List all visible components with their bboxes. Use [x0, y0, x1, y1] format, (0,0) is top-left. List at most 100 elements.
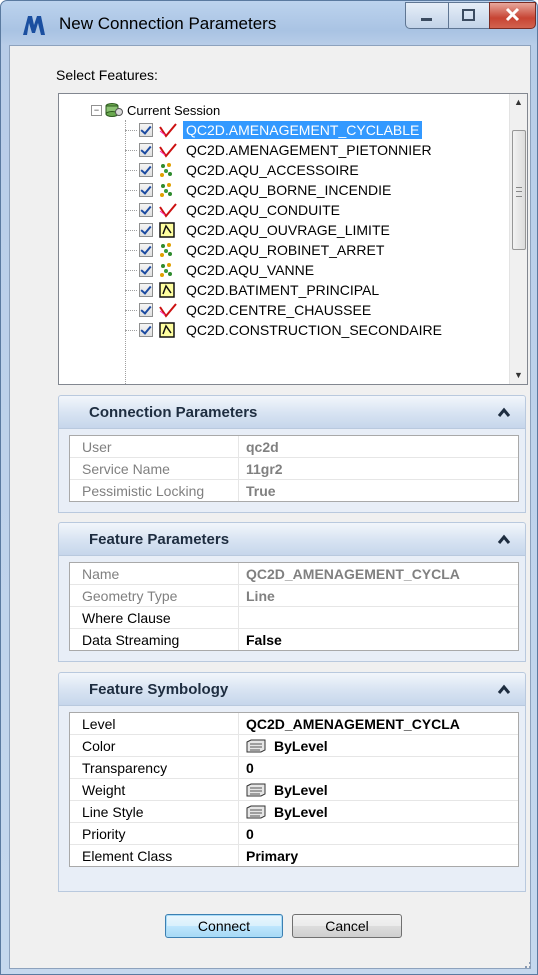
feature-checkbox[interactable]: [139, 283, 153, 297]
feature-parameters-grid: Name QC2D_AMENAGEMENT_CYCLA Geometry Type L…: [69, 562, 519, 651]
property-divider: [238, 823, 239, 844]
feature-tree[interactable]: − Current Session QC2D.AMENAGEMENT_CYCLA…: [58, 93, 528, 385]
property-value-text: True: [246, 482, 276, 499]
feature-tree-item[interactable]: QC2D.AMENAGEMENT_PIETONNIER: [139, 140, 435, 160]
feature-tree-item[interactable]: QC2D.AQU_VANNE: [139, 260, 317, 280]
feature-checkbox[interactable]: [139, 163, 153, 177]
connection-parameters-header[interactable]: Connection Parameters: [58, 395, 526, 429]
connect-button[interactable]: Connect: [165, 914, 283, 938]
property-name: Level: [82, 715, 116, 732]
property-row[interactable]: Service Name 11gr2: [70, 458, 518, 480]
feature-checkbox[interactable]: [139, 123, 153, 137]
feature-parameters-body: Name QC2D_AMENAGEMENT_CYCLA Geometry Type L…: [58, 556, 526, 662]
cancel-button[interactable]: Cancel: [292, 914, 402, 938]
feature-symbology-header[interactable]: Feature Symbology: [58, 672, 526, 706]
tree-guide-line: [125, 130, 137, 131]
property-row[interactable]: Priority 0: [70, 823, 518, 845]
feature-label: QC2D.BATIMENT_PRINCIPAL: [186, 282, 380, 298]
bylevel-icon: [246, 783, 266, 796]
feature-tree-item[interactable]: QC2D.AQU_ACCESSOIRE: [139, 160, 362, 180]
property-name: Data Streaming: [82, 631, 180, 648]
tree-vertical-scrollbar[interactable]: ▲ ▼: [509, 94, 527, 384]
property-row[interactable]: Pessimistic Locking True: [70, 480, 518, 501]
property-row[interactable]: Element Class Primary: [70, 845, 518, 866]
property-row[interactable]: Weight ByLevel: [70, 779, 518, 801]
property-name: Line Style: [82, 803, 144, 820]
feature-tree-item[interactable]: QC2D.AQU_BORNE_INCENDIE: [139, 180, 394, 200]
property-row[interactable]: Name QC2D_AMENAGEMENT_CYCLA: [70, 563, 518, 585]
resize-grip-icon[interactable]: [522, 959, 532, 969]
property-row[interactable]: User qc2d: [70, 436, 518, 458]
feature-tree-item[interactable]: QC2D.CONSTRUCTION_SECONDAIRE: [139, 320, 445, 340]
feature-tree-item[interactable]: QC2D.AQU_ROBINET_ARRET: [139, 240, 387, 260]
property-value-text: 0: [246, 825, 254, 842]
property-row[interactable]: Data Streaming False: [70, 629, 518, 650]
property-divider: [238, 735, 239, 756]
property-value: True: [246, 483, 518, 499]
property-value-text: ByLevel: [274, 781, 328, 798]
collapse-chevron-icon[interactable]: [497, 683, 511, 697]
tree-guide-line: [125, 250, 137, 251]
feature-tree-item[interactable]: QC2D.AQU_CONDUITE: [139, 200, 343, 220]
feature-checkbox[interactable]: [139, 323, 153, 337]
property-divider: [238, 458, 239, 479]
property-divider: [238, 713, 239, 734]
property-divider: [238, 563, 239, 584]
tree-root-label: Current Session: [127, 102, 221, 118]
property-row[interactable]: Geometry Type Line: [70, 585, 518, 607]
close-icon: [505, 7, 520, 22]
property-row[interactable]: Color ByLevel: [70, 735, 518, 757]
property-value: ByLevel: [246, 738, 518, 754]
property-name: Name: [82, 565, 120, 582]
scroll-down-arrow-icon[interactable]: ▼: [510, 367, 527, 384]
connection-parameters-body: User qc2d Service Name 11gr2 Pessimistic Loc…: [58, 429, 526, 513]
feature-checkbox[interactable]: [139, 263, 153, 277]
feature-parameters-header[interactable]: Feature Parameters: [58, 522, 526, 556]
tree-root-current-session[interactable]: − Current Session: [91, 100, 220, 120]
property-value: qc2d: [246, 439, 518, 455]
minimize-button[interactable]: [405, 2, 449, 29]
collapse-chevron-icon[interactable]: [497, 406, 511, 420]
panel-title: Feature Parameters: [89, 531, 230, 548]
feature-checkbox[interactable]: [139, 223, 153, 237]
window-title: New Connection Parameters: [59, 14, 277, 33]
feature-label: QC2D.AQU_CONDUITE: [186, 202, 341, 218]
area-feature-icon: [159, 322, 175, 338]
close-button[interactable]: [489, 2, 536, 29]
point-feature-icon: [160, 163, 172, 177]
feature-label: QC2D.AQU_VANNE: [186, 262, 315, 278]
feature-tree-item[interactable]: QC2D.AMENAGEMENT_CYCLABLE: [139, 120, 423, 140]
collapse-chevron-icon[interactable]: [497, 533, 511, 547]
property-divider: [238, 779, 239, 800]
feature-checkbox[interactable]: [139, 243, 153, 257]
feature-tree-item[interactable]: QC2D.BATIMENT_PRINCIPAL: [139, 280, 382, 300]
feature-symbology-panel: Feature Symbology Level QC2D_AMENAGEMENT_…: [58, 672, 526, 892]
property-divider: [238, 480, 239, 501]
panel-title: Connection Parameters: [89, 404, 258, 421]
feature-tree-item[interactable]: QC2D.AQU_OUVRAGE_LIMITE: [139, 220, 393, 240]
feature-checkbox[interactable]: [139, 143, 153, 157]
property-name: Geometry Type: [82, 587, 178, 604]
select-features-label: Select Features:: [56, 67, 158, 83]
property-value: False: [246, 632, 518, 648]
property-value-text: QC2D_AMENAGEMENT_CYCLA: [246, 715, 460, 732]
collapse-toggle-icon[interactable]: −: [91, 104, 102, 116]
maximize-button[interactable]: [448, 2, 490, 29]
property-row[interactable]: Line Style ByLevel: [70, 801, 518, 823]
feature-label: QC2D.AMENAGEMENT_CYCLABLE: [183, 121, 423, 139]
property-row[interactable]: Where Clause: [70, 607, 518, 629]
feature-checkbox[interactable]: [139, 203, 153, 217]
feature-tree-item[interactable]: QC2D.CENTRE_CHAUSSEE: [139, 300, 374, 320]
property-value: 0: [246, 760, 518, 776]
scroll-up-arrow-icon[interactable]: ▲: [510, 94, 527, 111]
feature-checkbox[interactable]: [139, 303, 153, 317]
property-value: Primary: [246, 848, 518, 864]
feature-checkbox[interactable]: [139, 183, 153, 197]
property-value: Line: [246, 588, 518, 604]
property-row[interactable]: Transparency 0: [70, 757, 518, 779]
scroll-thumb[interactable]: [512, 130, 526, 250]
title-bar[interactable]: New Connection Parameters: [1, 1, 537, 45]
property-divider: [238, 801, 239, 822]
property-divider: [238, 845, 239, 866]
property-row[interactable]: Level QC2D_AMENAGEMENT_CYCLA: [70, 713, 518, 735]
